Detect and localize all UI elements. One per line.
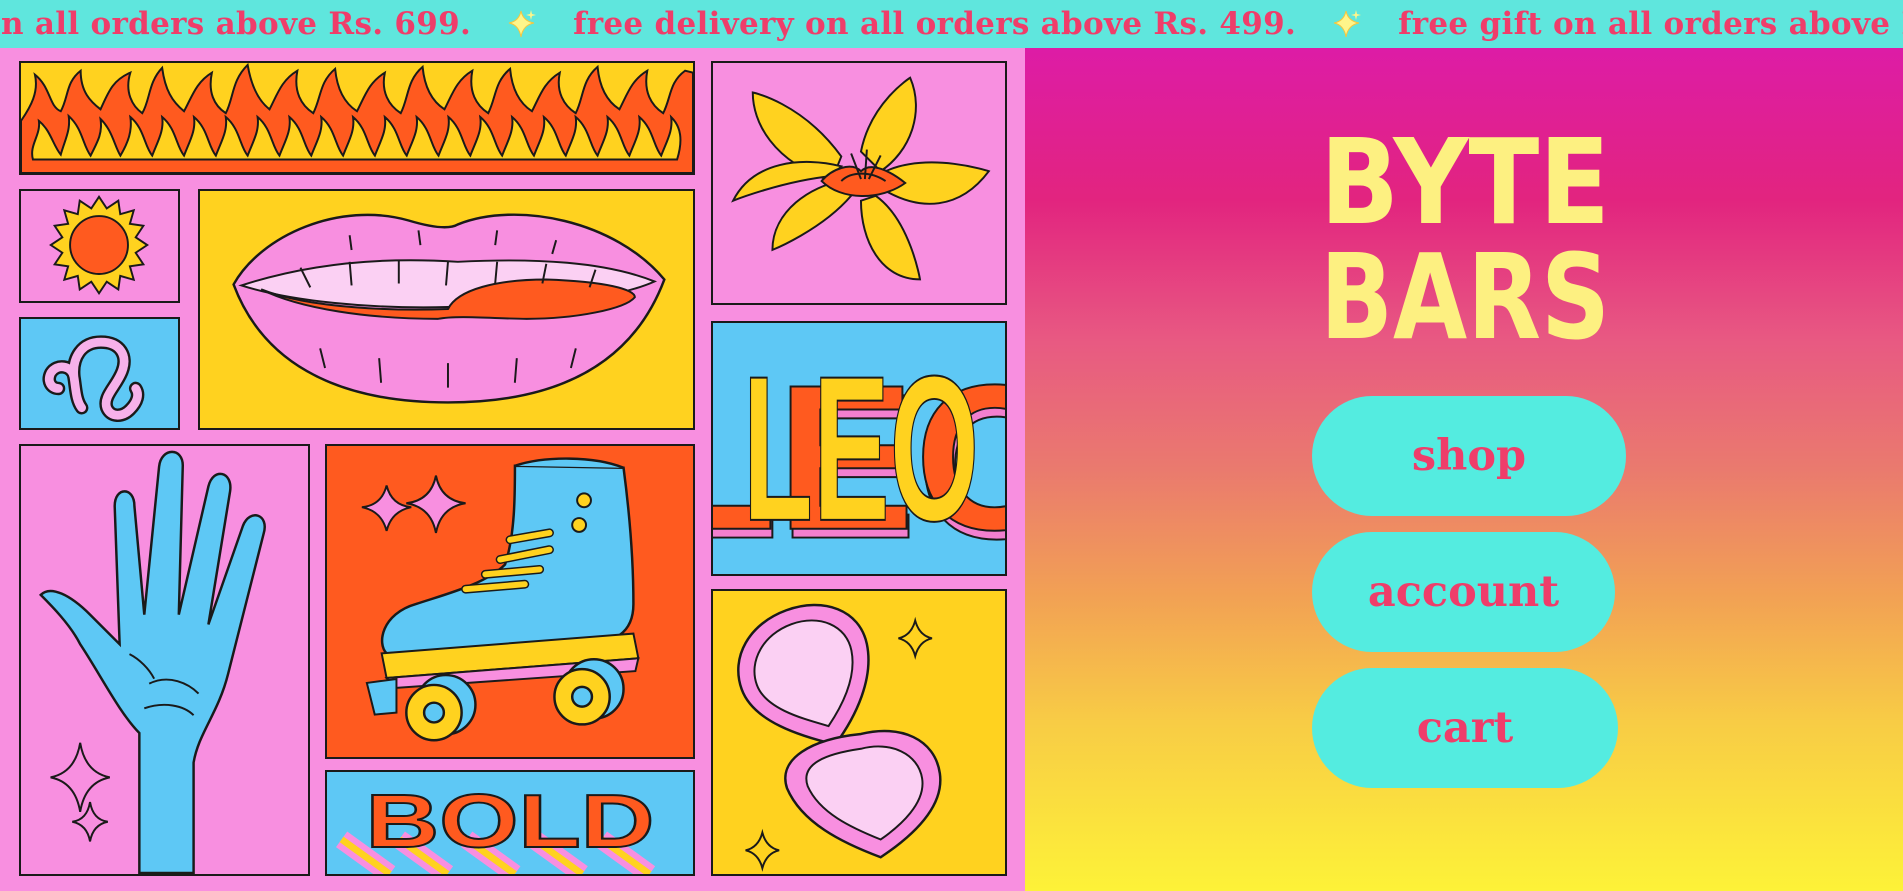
- announcement-message: free delivery on all orders above Rs. 49…: [573, 6, 1297, 42]
- hand-icon: [38, 450, 266, 874]
- leo-zodiac-icon: [42, 335, 145, 422]
- leo-text-panel: LEO LEO LEO: [711, 321, 1007, 576]
- announcement-bar: on all orders above Rs. 699. free delive…: [0, 0, 1903, 48]
- leo-text-graphic: LEO LEO LEO: [713, 332, 1005, 574]
- flower-panel: [711, 61, 1007, 305]
- byte-bars-logo[interactable]: BYTE BARS: [1315, 120, 1615, 350]
- account-button[interactable]: account: [1312, 532, 1615, 652]
- sun-icon: [49, 195, 150, 296]
- leo-word-text: LEO: [743, 333, 979, 564]
- compact-panel: [711, 589, 1007, 876]
- flames-icon: [21, 63, 693, 173]
- sparkle-icon: [1334, 10, 1362, 38]
- announcement-message: on all orders above Rs. 699.: [0, 6, 472, 42]
- roller-skate-icon: [361, 457, 640, 742]
- hand-panel: [19, 444, 310, 876]
- logo-line-2: BARS: [1320, 228, 1610, 350]
- hero-illustration: LEO LEO LEO: [0, 48, 1025, 891]
- bold-word-text: BOLD: [366, 779, 655, 863]
- skate-panel: [325, 444, 695, 759]
- announcement-track: on all orders above Rs. 699. free delive…: [0, 0, 1903, 48]
- lips-panel: [198, 189, 695, 430]
- leo-symbol-panel: [19, 317, 180, 430]
- cart-button[interactable]: cart: [1312, 668, 1618, 788]
- shop-button[interactable]: shop: [1312, 396, 1626, 516]
- heart-compact-icon: [737, 603, 942, 872]
- flower-icon: [731, 76, 991, 281]
- bold-panel: BOLD: [325, 770, 695, 876]
- sparkle-icon: [508, 10, 537, 38]
- lips-icon: [232, 213, 666, 404]
- hero-menu: BYTE BARS shop account cart: [1025, 48, 1903, 891]
- bold-text-graphic: BOLD: [335, 778, 655, 874]
- flames-panel: [19, 61, 695, 175]
- sun-panel: [19, 189, 180, 303]
- announcement-message: free gift on all orders above Rs: [1398, 6, 1903, 42]
